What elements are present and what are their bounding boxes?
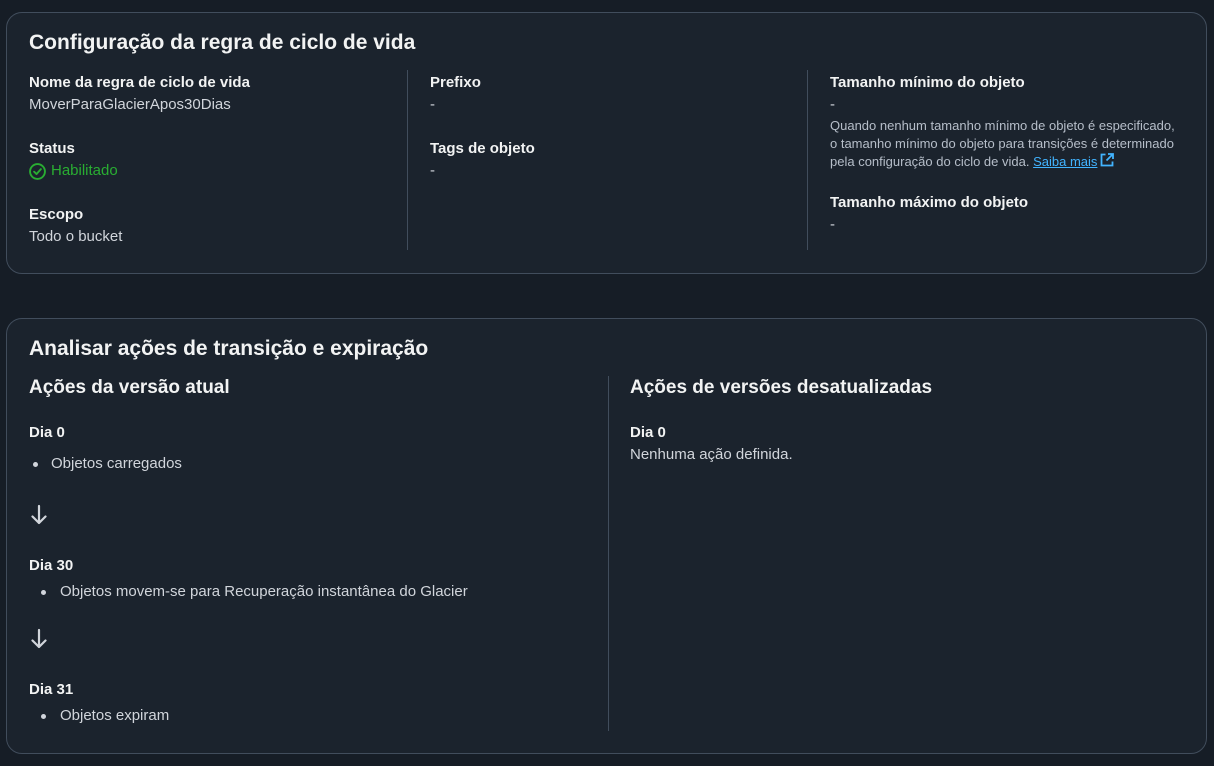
min-size-hint-text: Quando nenhum tamanho mínimo de objeto é…	[830, 118, 1175, 169]
min-size-hint: Quando nenhum tamanho mínimo de objeto é…	[830, 117, 1180, 171]
check-circle-icon	[29, 162, 46, 180]
list-item: Objetos carregados	[29, 454, 569, 474]
current-actions-title: Ações da versão atual	[29, 377, 230, 398]
arrow-down-icon	[31, 504, 47, 525]
lifecycle-rule-config-panel: Configuração da regra de ciclo de vida N…	[6, 12, 1207, 274]
status-label: Status	[29, 140, 75, 157]
prefix-value: -	[430, 96, 435, 113]
learn-more-label[interactable]: Saiba mais	[1033, 154, 1097, 169]
scope-value: Todo o bucket	[29, 228, 123, 245]
status-field: Status Habilitado	[29, 139, 399, 181]
min-size-field: Tamanho mínimo do objeto - Quando nenhum…	[830, 73, 1190, 171]
arrow-down-icon	[31, 628, 47, 649]
panel-title: Configuração da regra de ciclo de vida	[29, 31, 416, 54]
noncurrent-day: Dia 0	[630, 424, 666, 441]
step-action-list: Objetos movem-se para Recuperação instan…	[29, 582, 569, 602]
min-size-value: -	[830, 96, 835, 113]
list-item: Objetos movem-se para Recuperação instan…	[29, 582, 569, 602]
noncurrent-actions-title: Ações de versões desatualizadas	[630, 377, 933, 398]
rule-name-value: MoverParaGlacierApos30Dias	[29, 96, 231, 113]
column-divider	[608, 376, 609, 731]
step-day: Dia 0	[29, 424, 65, 441]
max-size-label: Tamanho máximo do objeto	[830, 193, 1029, 211]
config-column-2: Prefixo - Tags de objeto -	[430, 73, 790, 205]
tags-label: Tags de objeto	[430, 140, 535, 157]
tags-field: Tags de objeto -	[430, 139, 790, 181]
max-size-field: Tamanho máximo do objeto -	[830, 193, 1190, 235]
status-badge: Habilitado	[29, 161, 399, 181]
column-divider	[407, 70, 408, 250]
rule-name-field: Nome da regra de ciclo de vida MoverPara…	[29, 73, 399, 115]
transition-expiration-review-panel: Analisar ações de transição e expiração …	[6, 318, 1207, 754]
status-value: Habilitado	[51, 162, 118, 179]
min-size-label: Tamanho mínimo do objeto	[830, 74, 1025, 91]
config-column-3: Tamanho mínimo do objeto - Quando nenhum…	[830, 73, 1190, 259]
scope-label: Escopo	[29, 206, 84, 223]
list-item: Objetos expiram	[29, 706, 569, 726]
step-action-list: Objetos carregados	[29, 454, 569, 474]
panel-title: Analisar ações de transição e expiração	[29, 337, 429, 360]
step-action-list: Objetos expiram	[29, 706, 569, 726]
current-version-actions: Ações da versão atual Dia 0 Objetos carr…	[29, 376, 589, 736]
config-column-1: Nome da regra de ciclo de vida MoverPara…	[29, 73, 399, 271]
noncurrent-no-action: Nenhuma ação definida.	[630, 446, 793, 463]
tags-value: -	[430, 162, 435, 179]
rule-name-label: Nome da regra de ciclo de vida	[29, 74, 250, 91]
max-size-value: -	[830, 215, 835, 233]
step-day: Dia 30	[29, 557, 74, 574]
learn-more-link[interactable]: Saiba mais	[1033, 154, 1097, 169]
prefix-label: Prefixo	[430, 74, 481, 91]
scope-field: Escopo Todo o bucket	[29, 205, 399, 247]
step-day: Dia 31	[29, 681, 74, 698]
column-divider	[807, 70, 808, 250]
noncurrent-version-actions: Ações de versões desatualizadas Dia 0 Ne…	[630, 376, 1190, 465]
external-link-icon[interactable]	[1099, 152, 1115, 168]
prefix-field: Prefixo -	[430, 73, 790, 115]
